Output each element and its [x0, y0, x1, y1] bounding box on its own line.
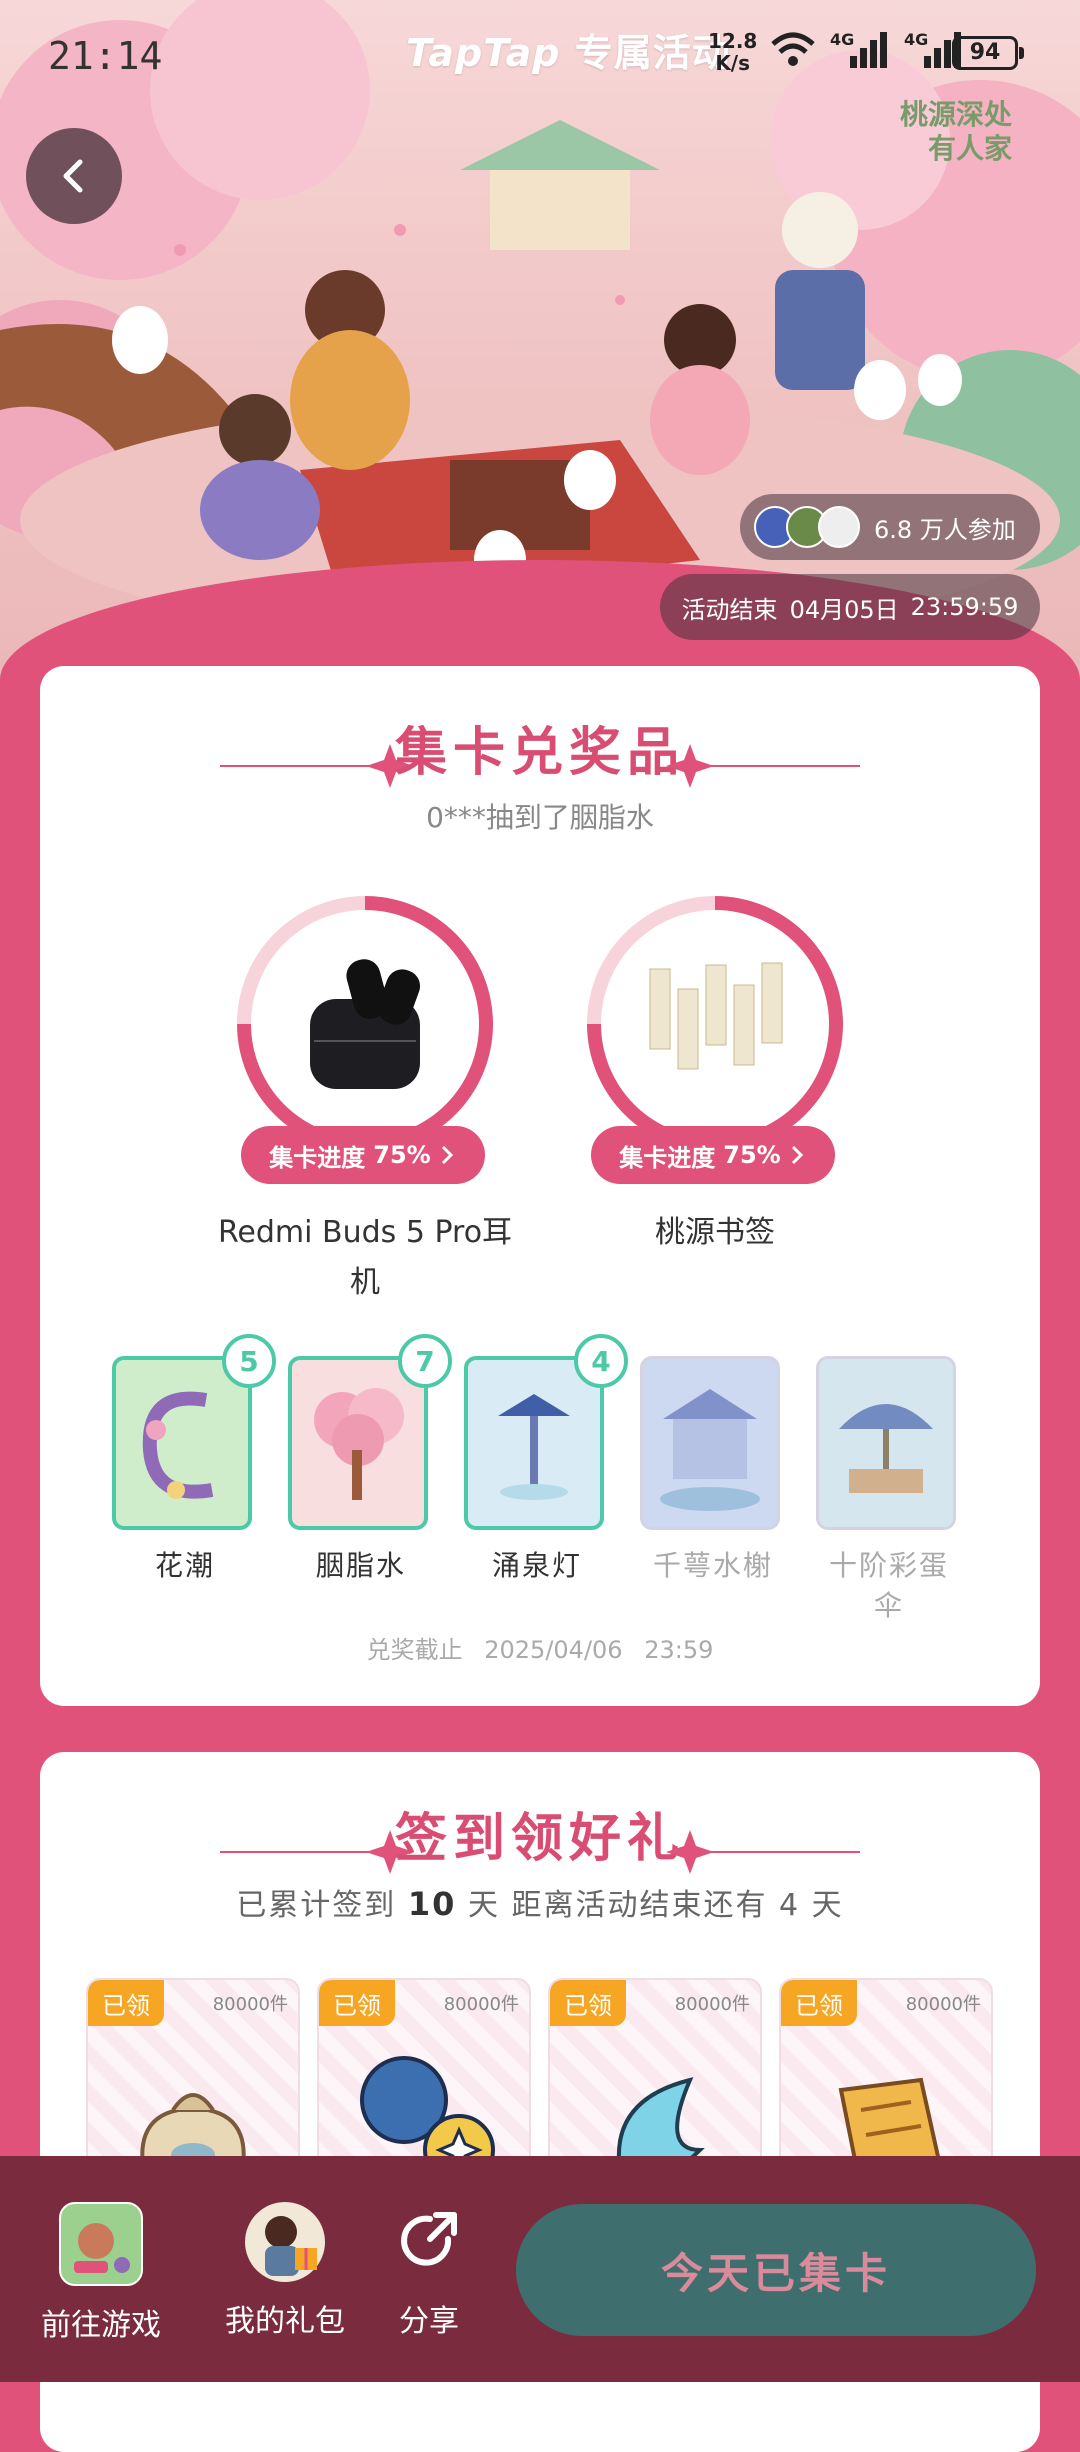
card-count-badge: 4: [574, 1334, 628, 1388]
claimed-tag: 已领: [781, 1980, 857, 2026]
prize-name: Redmi Buds 5 Pro耳机: [217, 1215, 513, 1300]
event-end-time: 23:59:59: [910, 593, 1019, 621]
collect-card-section: 集卡兑奖品 0***抽到了胭脂水 集卡进度 75% Redmi Buds 5 P…: [40, 666, 1040, 1706]
title-decoration-right: [660, 736, 860, 796]
taptap-brand: TapTap 专属活动: [406, 31, 731, 75]
participants-pill: 6.8 万人参加: [740, 494, 1040, 560]
my-gifts-button[interactable]: 我的礼包: [210, 2202, 360, 2340]
wifi-icon: [771, 32, 815, 66]
card-count-badge: 7: [398, 1334, 452, 1388]
card-item-yanzhishui[interactable]: 7 胭脂水: [288, 1334, 452, 1584]
collect-progress-button[interactable]: 集卡进度 75%: [241, 1126, 485, 1184]
event-end-pill: 活动结束 04月05日 23:59:59: [660, 574, 1040, 640]
gift-stock: 80000件: [443, 1994, 519, 2015]
signin-title: 签到领好礼: [394, 1809, 685, 1869]
card-label: 十阶彩蛋伞: [828, 1549, 949, 1622]
card-item-huachao[interactable]: 5 花潮: [112, 1334, 276, 1584]
battery-icon: 94: [952, 36, 1024, 70]
go-to-game-button[interactable]: 前往游戏: [26, 2202, 176, 2344]
card-item-qianeshuixie[interactable]: 千萼水榭: [640, 1356, 786, 1584]
back-button[interactable]: [26, 128, 122, 224]
claimed-tag: 已领: [550, 1980, 626, 2026]
card-label: 胭脂水: [315, 1549, 406, 1582]
cell-signal-icon: 4G: [830, 30, 890, 70]
card-count-badge: 5: [222, 1334, 276, 1388]
bookmark-image: [649, 962, 783, 1070]
card-thumbnail: [464, 1356, 604, 1530]
card-thumbnail: [112, 1356, 252, 1530]
claimed-tag: 已领: [88, 1980, 164, 2026]
redeem-deadline: 兑奖截止 2025/04/06 23:59: [366, 1636, 714, 1664]
card-label: 千萼水榭: [652, 1549, 773, 1582]
collected-today-button[interactable]: 今天已集卡: [516, 2204, 1036, 2336]
prize-bookmark[interactable]: 集卡进度 75% 桃源书签: [585, 896, 845, 1250]
gift-stock: 80000件: [905, 1994, 981, 2015]
draw-ticker: 0***抽到了胭脂水: [426, 801, 654, 834]
signal-icons: 4G 4G: [770, 30, 964, 70]
prize-name: 桃源书签: [655, 1215, 775, 1250]
event-end-label: 活动结束: [681, 595, 778, 624]
claimed-tag: 已领: [319, 1980, 395, 2026]
progress-ring: [587, 896, 843, 1152]
signin-summary: 已累计签到 10 天 距离活动结束还有 4 天: [236, 1885, 844, 1923]
progress-ring: [237, 896, 493, 1152]
chevron-right-icon: [791, 1145, 803, 1165]
share-button[interactable]: 分享: [354, 2202, 504, 2340]
prize-earbuds[interactable]: 集卡进度 75% Redmi Buds 5 Pro耳机: [218, 896, 512, 1300]
my-gifts-label: 我的礼包: [225, 2304, 345, 2339]
participant-avatars: [754, 506, 860, 548]
card-label: 花潮: [154, 1549, 215, 1582]
earbuds-image: [310, 959, 421, 1089]
share-label: 分享: [399, 2304, 459, 2339]
chevron-left-icon: [63, 159, 83, 193]
game-icon: [59, 2202, 143, 2286]
gift-bag-icon: [245, 2202, 325, 2282]
share-icon: [389, 2202, 469, 2282]
card-thumbnail: [288, 1356, 428, 1530]
status-time: 21:14: [48, 34, 163, 78]
chevron-right-icon: [441, 1145, 453, 1165]
avatar: [818, 506, 860, 548]
bottom-action-bar: 前往游戏 我的礼包 分享 今天已集卡: [0, 2156, 1080, 2382]
gift-stock: 80000件: [212, 1994, 288, 2015]
card-item-shijiecaidan[interactable]: 十阶彩蛋伞: [816, 1356, 962, 1624]
gift-stock: 80000件: [674, 1994, 750, 2015]
card-item-yongquandeng[interactable]: 4 涌泉灯: [464, 1334, 628, 1584]
participants-count: 6.8 万人参加: [874, 515, 1016, 544]
card-thumbnail: [816, 1356, 956, 1530]
card-thumbnail: [640, 1356, 780, 1530]
collect-progress-button[interactable]: 集卡进度 75%: [591, 1126, 835, 1184]
event-end-date: 04月05日: [789, 595, 899, 624]
network-speed: 12.8 K/s: [708, 29, 758, 75]
status-bar: 21:14 TapTap 专属活动 12.8 K/s 4G 4G 94: [0, 0, 1080, 110]
title-decoration-right: [660, 1822, 860, 1882]
go-to-game-label: 前往游戏: [41, 2308, 161, 2343]
card-label: 涌泉灯: [491, 1549, 582, 1582]
collect-title: 集卡兑奖品: [394, 723, 685, 783]
